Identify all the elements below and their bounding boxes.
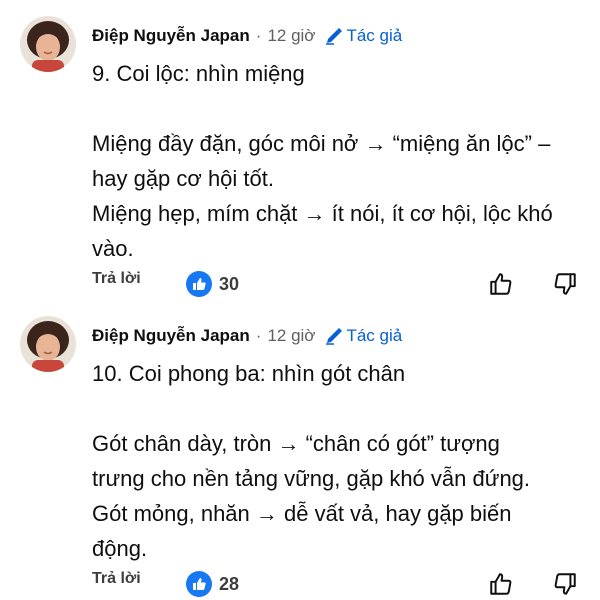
like-summary[interactable]: 28: [186, 568, 239, 600]
meta-separator: ·: [255, 326, 262, 345]
author-badge: Tác giả: [346, 26, 403, 45]
comment-line: trưng cho nền tảng vững, gặp khó vẫn đứn…: [92, 466, 531, 491]
avatar[interactable]: [20, 316, 76, 372]
thumb-down-icon[interactable]: [548, 568, 582, 600]
comment-text: 10. Coi phong ba: nhìn gót chân Gót chân…: [92, 356, 582, 566]
thumb-up-icon[interactable]: [484, 268, 518, 300]
like-summary[interactable]: 30: [186, 268, 239, 300]
like-count: 30: [219, 273, 240, 294]
comment-time[interactable]: 12 giờ: [267, 26, 315, 46]
comment-thread: Điệp Nguyễn Japan · 12 giờ Tác giả 9. Co…: [0, 0, 600, 600]
comment-blank-line: [92, 91, 582, 126]
thumb-up-icon[interactable]: [484, 568, 518, 600]
comment-actions: Trả lời 30: [0, 268, 600, 300]
comment-line: 10. Coi phong ba: nhìn gót chân: [92, 361, 406, 386]
pencil-icon: [325, 27, 343, 45]
like-icon: [186, 271, 212, 297]
author-name[interactable]: Điệp Nguyễn Japan: [92, 26, 250, 46]
pencil-icon: [325, 327, 343, 345]
comment-time[interactable]: 12 giờ: [267, 326, 315, 346]
comment-blank-line: [92, 391, 582, 426]
comment-actions: Trả lời 28: [0, 568, 600, 600]
comment-line: Gót chân dày, tròn → “chân có gót” tượng: [92, 431, 500, 456]
comment-meta: Điệp Nguyễn Japan · 12 giờ Tác giả: [92, 324, 402, 348]
comment-line: Miệng hẹp, mím chặt → ít nói, ít cơ hội,…: [92, 201, 553, 226]
comment-text: 9. Coi lộc: nhìn miệng Miệng đầy đặn, gó…: [92, 56, 582, 266]
comment-line: động.: [92, 536, 148, 561]
comment-line: vào.: [92, 236, 134, 261]
like-icon: [186, 571, 212, 597]
like-count: 28: [219, 573, 240, 594]
reply-button[interactable]: Trả lời: [92, 270, 141, 288]
comment-line: Gót mỏng, nhăn → dễ vất vả, hay gặp biến: [92, 501, 512, 526]
comment-item: Điệp Nguyễn Japan · 12 giờ Tác giả 9. Co…: [0, 0, 600, 300]
meta-separator: ·: [255, 26, 262, 45]
avatar[interactable]: [20, 16, 76, 72]
comment-item: Điệp Nguyễn Japan · 12 giờ Tác giả 10. C…: [0, 300, 600, 600]
comment-line: Miệng đầy đặn, góc môi nở → “miệng ăn lộ…: [92, 131, 551, 156]
thumb-down-icon[interactable]: [548, 268, 582, 300]
comment-line: hay gặp cơ hội tốt.: [92, 166, 274, 191]
author-badge: Tác giả: [346, 326, 403, 345]
author-name[interactable]: Điệp Nguyễn Japan: [92, 326, 250, 346]
comment-line: 9. Coi lộc: nhìn miệng: [92, 61, 305, 86]
reply-button[interactable]: Trả lời: [92, 570, 141, 588]
comment-meta: Điệp Nguyễn Japan · 12 giờ Tác giả: [92, 24, 402, 48]
